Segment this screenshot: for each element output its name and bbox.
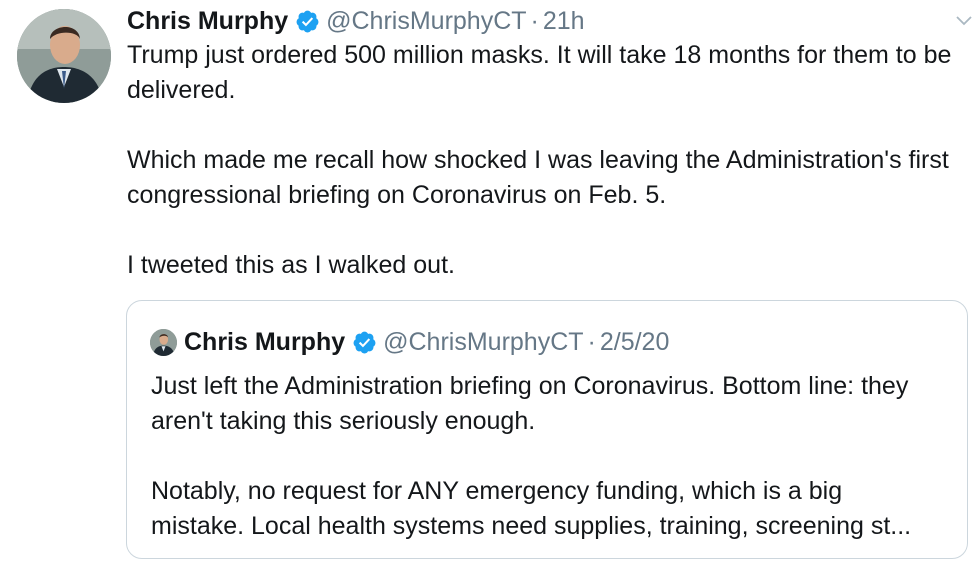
quoted-tweet[interactable]: Chris Murphy @ChrisMurphyCT · 2/5/20 Jus… [126, 300, 968, 559]
tweet-timestamp[interactable]: 21h [543, 4, 585, 38]
quoted-tweet-text: Just left the Administration briefing on… [151, 369, 951, 544]
quoted-author-name: Chris Murphy [184, 327, 346, 356]
quoted-tweet-header: Chris Murphy @ChrisMurphyCT · 2/5/20 [150, 324, 669, 360]
quoted-paragraph: Just left the Administration briefing on… [151, 372, 909, 435]
tweet-paragraph: Trump just ordered 500 million masks. It… [127, 41, 952, 104]
tweet[interactable]: Chris Murphy @ChrisMurphyCT · 21h Trump … [0, 0, 980, 566]
tweet-paragraph: I tweeted this as I walked out. [127, 251, 455, 279]
quoted-tweet-date: 2/5/20 [599, 327, 670, 356]
avatar[interactable] [17, 9, 111, 103]
quoted-paragraph-block: Notably, no request for ANY emergency fu… [151, 474, 951, 544]
quoted-paragraph-line: mistake. Local health systems need suppl… [151, 512, 912, 540]
quoted-avatar [150, 328, 177, 356]
tweet-text: Trump just ordered 500 million masks. It… [127, 38, 967, 283]
quoted-author-handle: @ChrisMurphyCT [383, 327, 584, 356]
author-handle[interactable]: @ChrisMurphyCT [326, 4, 526, 38]
header-separator: · [530, 7, 539, 35]
verified-badge-icon [295, 9, 320, 34]
avatar-photo [17, 9, 111, 103]
quoted-paragraph-line: Notably, no request for ANY emergency fu… [151, 477, 843, 505]
tweet-header: Chris Murphy @ChrisMurphyCT · 21h [127, 4, 967, 38]
tweet-content: Chris Murphy @ChrisMurphyCT · 21h Trump … [127, 4, 967, 283]
chevron-down-icon[interactable] [955, 12, 973, 30]
verified-badge-icon [352, 330, 377, 355]
quoted-header-separator: · [587, 327, 596, 356]
author-name[interactable]: Chris Murphy [127, 4, 288, 38]
tweet-paragraph: Which made me recall how shocked I was l… [127, 146, 949, 209]
